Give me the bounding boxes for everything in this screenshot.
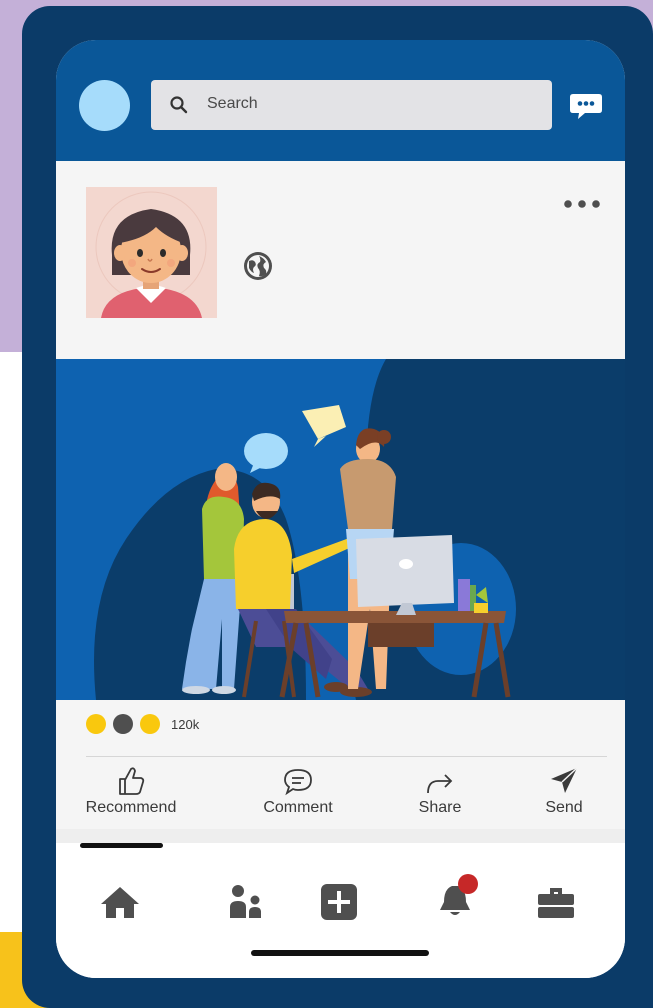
bell-icon[interactable] (432, 872, 482, 922)
author-avatar[interactable] (86, 187, 217, 318)
share-arrow-icon (427, 774, 453, 794)
reaction-icon (140, 714, 160, 734)
more-horizontal-icon[interactable] (562, 198, 602, 210)
briefcase-icon[interactable] (536, 882, 576, 922)
thumbs-up-icon (119, 767, 145, 795)
post-author-card (56, 161, 625, 359)
active-tab-indicator (80, 843, 163, 848)
post-image[interactable] (56, 359, 625, 700)
team-meeting-illustration (56, 359, 625, 700)
user-avatar[interactable] (79, 80, 130, 131)
reactions-summary[interactable]: 120k (56, 700, 625, 757)
reaction-icon (86, 714, 106, 734)
top-bar: Search (56, 40, 625, 161)
home-indicator (251, 950, 429, 956)
share-label: Share (418, 799, 462, 816)
send-button[interactable]: Send (538, 765, 590, 817)
phone-screen: Search 120k Recommend Comment Share Send (56, 40, 625, 978)
paper-plane-icon (551, 767, 578, 793)
search-icon (170, 96, 188, 114)
recommend-button[interactable]: Recommend (85, 765, 177, 817)
home-icon[interactable] (98, 882, 142, 922)
post-actions: Recommend Comment Share Send (56, 757, 625, 829)
chat-bubble-icon[interactable] (569, 91, 603, 121)
plus-square-icon[interactable] (319, 882, 359, 922)
comment-button[interactable]: Comment (256, 765, 340, 817)
comment-label: Comment (263, 799, 333, 816)
notification-badge (458, 874, 478, 894)
woman-avatar-illustration (86, 187, 217, 318)
search-input[interactable]: Search (151, 80, 552, 130)
recommend-label: Recommend (85, 799, 177, 816)
comment-icon (284, 769, 312, 796)
reaction-icon (113, 714, 133, 734)
bottom-navigation (56, 829, 625, 978)
search-placeholder: Search (207, 95, 258, 112)
share-button[interactable]: Share (412, 765, 468, 817)
globe-icon (244, 252, 272, 280)
people-icon[interactable] (228, 882, 264, 922)
reaction-count: 120k (171, 717, 200, 732)
send-label: Send (545, 799, 583, 816)
